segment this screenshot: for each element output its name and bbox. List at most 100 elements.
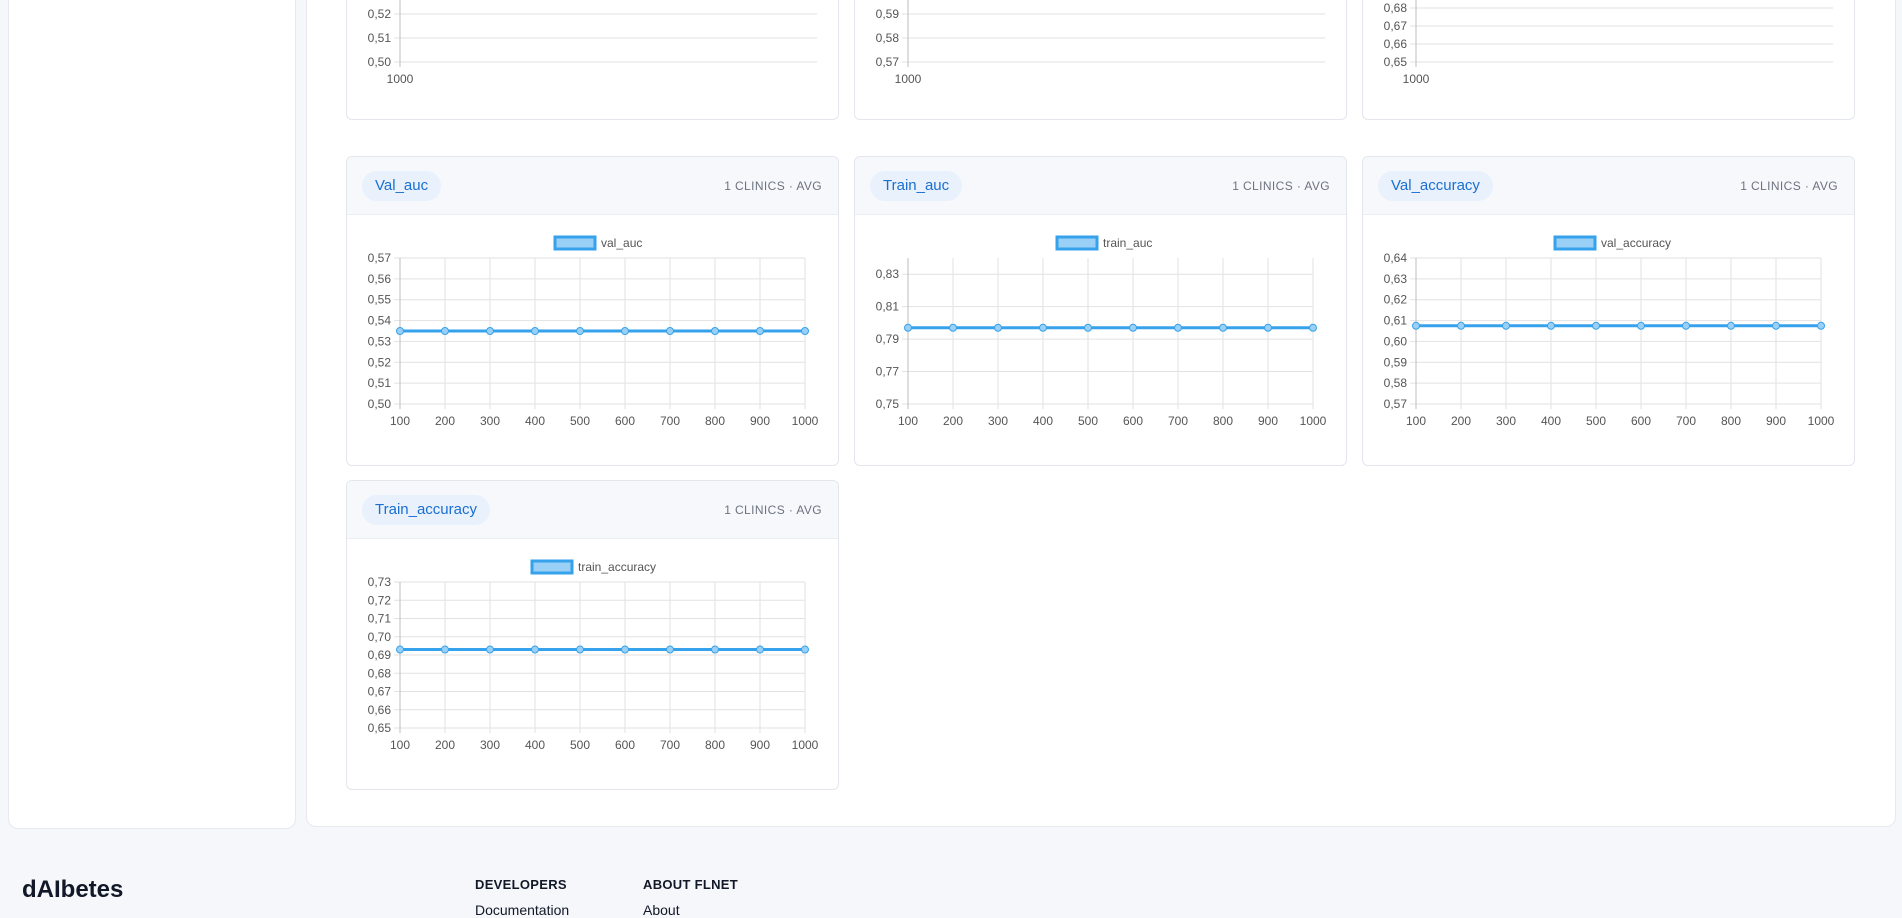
data-point [621, 645, 629, 654]
y-tick-label: 0,77 [876, 365, 900, 379]
x-tick-label: 900 [1766, 414, 1786, 428]
sidebar [8, 0, 296, 829]
data-point [666, 327, 674, 335]
card-header: Train_auc 1 CLINICS · AVG [855, 157, 1346, 215]
y-tick-label: 0,65 [368, 721, 392, 735]
chart-card-partial: 0,650,660,670,680,691000 [1362, 0, 1855, 120]
y-tick-label: 0,70 [368, 630, 392, 644]
x-tick-label: 300 [480, 414, 500, 428]
y-tick-label: 0,79 [876, 332, 900, 346]
x-tick-label: 1000 [1300, 414, 1327, 428]
data-point [756, 327, 764, 335]
x-tick-label: 200 [1451, 414, 1471, 428]
legend-label: train_auc [1103, 236, 1152, 250]
metric-title[interactable]: Val_accuracy [1378, 171, 1493, 201]
data-point [576, 645, 584, 654]
y-tick-label: 0,67 [368, 685, 392, 699]
y-tick-label: 0,54 [368, 314, 392, 328]
data-point [801, 645, 809, 654]
line-chart: val_auc 0,50 0,51 0,52 0,53 0,54 0,55 0,56 0,57 1… [368, 235, 819, 428]
footer-brand: dAIbetes [22, 876, 124, 903]
footer-about: ABOUT FLNET About [643, 877, 738, 918]
y-tick-label: 0,81 [876, 300, 900, 314]
x-tick-label: 900 [750, 414, 770, 428]
x-tick-label: 700 [1168, 414, 1188, 428]
main-panel: 0,50 0,51 0,52 0,53 1000 0,57 0,58 0,59 0,60 100… [306, 0, 1896, 827]
x-tick-label: 500 [570, 414, 590, 428]
legend-swatch [1055, 235, 1099, 251]
data-point [621, 327, 629, 335]
metric-title[interactable]: Val_auc [362, 171, 442, 201]
x-tick-label: 600 [1631, 414, 1651, 428]
data-point [486, 645, 494, 654]
line-chart: train_accuracy 0,65 0,66 0,67 0,68 0,69 0,70 0,… [368, 559, 819, 752]
card-header: Val_accuracy 1 CLINICS · AVG [1363, 157, 1854, 215]
y-tick-label: 0,68 [368, 666, 392, 680]
y-tick-label: 0,57 [1384, 397, 1408, 411]
data-point [1817, 321, 1825, 330]
chart-card-partial: 0,500,510,520,531000 [346, 0, 839, 120]
x-tick-label: 100 [898, 414, 918, 428]
footer-link-about[interactable]: About [643, 902, 738, 918]
y-tick-label: 0,68 [1384, 1, 1408, 15]
x-tick-label: 700 [660, 414, 680, 428]
x-tick-label: 600 [1123, 414, 1143, 428]
y-tick-label: 0,63 [1384, 272, 1408, 286]
y-tick-label: 0,59 [1384, 355, 1408, 369]
chart-card-val-auc: Val_auc 1 CLINICS · AVG val_auc 0,50 0,51 0… [346, 156, 839, 466]
card-header: Train_accuracy 1 CLINICS · AVG [347, 481, 838, 539]
y-tick-label: 0,65 [1384, 55, 1408, 69]
footer-heading: DEVELOPERS [475, 877, 567, 892]
y-tick-label: 0,67 [1384, 19, 1408, 33]
footer-link-documentation[interactable]: Documentation [475, 902, 569, 918]
y-tick-label: 0,73 [368, 575, 392, 589]
x-tick-label: 1000 [895, 72, 922, 86]
x-tick-label: 200 [435, 414, 455, 428]
data-point [666, 645, 674, 654]
y-tick-label: 0,50 [368, 55, 392, 69]
x-tick-label: 400 [525, 414, 545, 428]
y-tick-label: 0,69 [368, 648, 392, 662]
x-tick-label: 800 [1213, 414, 1233, 428]
y-tick-label: 0,71 [368, 612, 392, 626]
data-point [994, 323, 1002, 332]
legend-label: train_accuracy [578, 560, 656, 574]
x-tick-label: 400 [525, 738, 545, 752]
data-point [711, 327, 719, 335]
y-tick-label: 0,60 [1384, 334, 1408, 348]
x-tick-label: 700 [660, 738, 680, 752]
card-meta: 1 CLINICS · AVG [1740, 179, 1838, 193]
x-tick-label: 600 [615, 414, 635, 428]
x-tick-label: 500 [1078, 414, 1098, 428]
y-tick-label: 0,66 [1384, 37, 1408, 51]
y-tick-label: 0,59 [876, 7, 900, 21]
y-tick-label: 0,50 [368, 397, 392, 411]
y-tick-label: 0,57 [368, 251, 392, 265]
data-point [1457, 321, 1465, 330]
data-point [396, 645, 404, 654]
y-tick-label: 0,52 [368, 355, 392, 369]
card-meta: 1 CLINICS · AVG [724, 179, 822, 193]
x-tick-label: 100 [390, 738, 410, 752]
x-tick-label: 400 [1033, 414, 1053, 428]
y-tick-label: 0,57 [876, 55, 900, 69]
legend-swatch [1553, 235, 1597, 251]
data-point [1039, 323, 1047, 332]
x-tick-label: 1000 [1808, 414, 1835, 428]
data-point [1727, 321, 1735, 330]
x-tick-label: 500 [570, 738, 590, 752]
x-tick-label: 900 [1258, 414, 1278, 428]
footer-heading: ABOUT FLNET [643, 877, 739, 892]
y-tick-label: 0,66 [368, 703, 392, 717]
data-point [711, 645, 719, 654]
line-chart: train_auc 0,75 0,77 0,79 0,81 0,83 100 200 300 40… [876, 235, 1327, 428]
metric-title[interactable]: Train_auc [870, 171, 963, 201]
chart-card-val-accuracy: Val_accuracy 1 CLINICS · AVG val_accurac… [1362, 156, 1855, 466]
y-tick-label: 0,51 [368, 31, 392, 45]
x-tick-label: 100 [390, 414, 410, 428]
data-point [1547, 321, 1555, 330]
x-tick-label: 700 [1676, 414, 1696, 428]
metric-title[interactable]: Train_accuracy [362, 495, 490, 525]
card-meta: 1 CLINICS · AVG [1232, 179, 1330, 193]
line-chart: val_accuracy 0,57 0,58 0,59 0,60 0,61 0,62 0,63… [1384, 235, 1835, 428]
